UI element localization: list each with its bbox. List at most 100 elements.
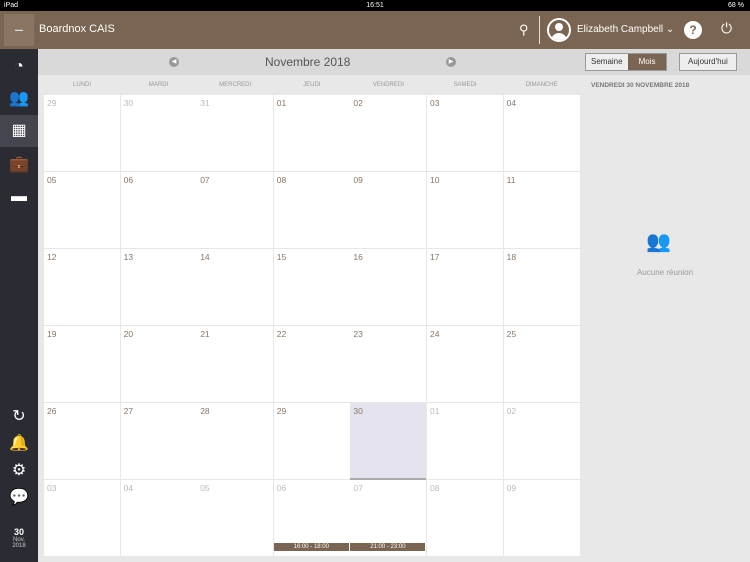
day-cell[interactable]: 05 [197,480,274,557]
day-number: 29 [276,406,287,416]
event-chip[interactable]: 16:00 - 18:00 [273,543,349,551]
meetings-icon[interactable]: 👥 [0,83,38,115]
day-cell[interactable]: 07 [197,172,274,249]
day-cell[interactable]: 29 [44,95,120,172]
day-cell[interactable]: 20 [120,326,197,403]
weekday-label: JEUDI [303,82,321,88]
today-button[interactable]: Aujourd'hui [679,53,737,71]
day-cell[interactable]: 13 [120,249,197,326]
day-cell[interactable]: 21 [197,326,274,403]
day-number: 23 [353,329,363,339]
day-cell[interactable]: 09 [350,172,427,249]
day-cell[interactable]: 22 [273,326,350,403]
day-cell[interactable]: 06 [120,172,197,249]
weekday-label: DIMANCHE [525,82,558,88]
week-view-button[interactable]: Semaine [586,54,628,70]
day-cell[interactable]: 31 [197,95,274,172]
day-cell[interactable]: 29 [273,403,350,480]
day-number: 08 [430,483,440,493]
avatar[interactable] [547,18,571,42]
day-number: 12 [47,252,57,262]
day-cell[interactable]: 30 [120,95,197,172]
calendar-toolbar: ◀ Novembre 2018 ▶ Semaine Mois Aujourd'h… [38,49,750,75]
date-year: 2018 [12,543,26,549]
power-icon[interactable]: ⏻ [721,20,732,37]
day-cell[interactable]: 04 [503,95,580,172]
day-cell[interactable]: 04 [120,480,197,557]
day-cell[interactable]: 03 [44,480,120,557]
day-number: 26 [47,406,57,416]
day-number: 19 [47,329,57,339]
day-number: 09 [506,483,517,493]
folder-icon[interactable]: ▬ [0,181,38,213]
day-number: 09 [353,175,363,185]
day-cell[interactable]: 10 [427,172,503,249]
calendar-icon[interactable]: ▦ [0,115,38,147]
weekday-label: SAMEDI [453,82,477,88]
day-number: 06 [276,483,287,493]
day-cell[interactable]: 02 [350,95,427,172]
day-number: 04 [506,98,517,108]
chat-icon[interactable]: 💬 [0,482,38,514]
day-cell[interactable]: 06 16:00 - 18:00 [273,480,350,557]
day-cell[interactable]: 08 [273,172,350,249]
day-cell[interactable]: 03 [427,95,503,172]
day-cell[interactable]: 16 [350,249,427,326]
day-cell[interactable]: 07 21:00 - 23:00 [350,480,427,557]
day-number: 15 [276,252,287,262]
day-cell[interactable]: 05 [44,172,120,249]
day-cell[interactable]: 25 [503,326,580,403]
day-cell[interactable]: 19 [44,326,120,403]
day-number: 05 [47,175,57,185]
day-cell[interactable]: 27 [120,403,197,480]
day-cell[interactable]: 30 [350,403,427,480]
month-title: Novembre 2018 [265,55,351,69]
current-date: 30 Nov. 2018 [0,527,38,549]
day-number: 27 [123,406,134,416]
status-bar: iPad 16:51 68 % [0,0,750,11]
help-icon[interactable]: ? [684,21,702,39]
month-grid: 29 30 31 01 02 03 04 05 06 07 08 09 10 11 12 13 14 15 16 17… [38,95,580,562]
day-cell[interactable]: 11 [503,172,580,249]
view-toggle: Semaine Mois [585,53,668,71]
day-cell[interactable]: 09 [503,480,580,557]
app-logo: ▬▬ [4,14,34,46]
weekday-label: MERCREDI [219,82,252,88]
day-cell[interactable]: 23 [350,326,427,403]
day-number: 29 [47,98,57,108]
sidebar: ◔ 👥 ▦ 💼 ▬ ↻ 🔔 ⚙ 💬 30 Nov. 2018 [0,49,38,562]
day-cell[interactable]: 26 [44,403,120,480]
app-title: Boardnox CAIS [39,23,115,35]
day-number: 03 [47,483,57,493]
event-chip[interactable]: 21:00 - 23:00 [350,543,426,551]
dashboard-icon[interactable]: ◔ [0,51,38,83]
prev-month-button[interactable]: ◀ [169,57,179,67]
next-month-button[interactable]: ▶ [446,57,456,67]
day-number: 28 [200,406,210,416]
date-day: 30 [13,527,24,537]
day-cell[interactable]: 15 [273,249,350,326]
clock: 16:51 [366,2,384,9]
search-icon[interactable]: ⚲ [519,22,529,38]
day-cell[interactable]: 02 [503,403,580,480]
day-panel: VENDREDI 30 NOVEMBRE 2018 👥 Aucune réuni… [580,75,750,562]
day-cell[interactable]: 14 [197,249,274,326]
user-menu[interactable]: Elizabeth Campbell ⌄ [577,24,674,35]
day-number: 22 [276,329,287,339]
month-view-button[interactable]: Mois [627,54,667,70]
day-cell[interactable]: 28 [197,403,274,480]
day-cell[interactable]: 24 [427,326,503,403]
day-number: 13 [123,252,134,262]
day-cell[interactable]: 01 [273,95,350,172]
day-cell[interactable]: 01 [427,403,503,480]
day-cell[interactable]: 12 [44,249,120,326]
day-cell[interactable]: 17 [427,249,503,326]
day-cell[interactable]: 18 [503,249,580,326]
briefcase-icon[interactable]: 💼 [0,149,38,181]
day-number: 03 [430,98,440,108]
app-header: ▬▬ Boardnox CAIS ⚲ Elizabeth Campbell ⌄ … [0,11,750,49]
day-cell[interactable]: 08 [427,480,503,557]
weekday-label: LUNDI [72,82,91,88]
day-panel-title: VENDREDI 30 NOVEMBRE 2018 [591,82,690,89]
day-number: 18 [506,252,517,262]
